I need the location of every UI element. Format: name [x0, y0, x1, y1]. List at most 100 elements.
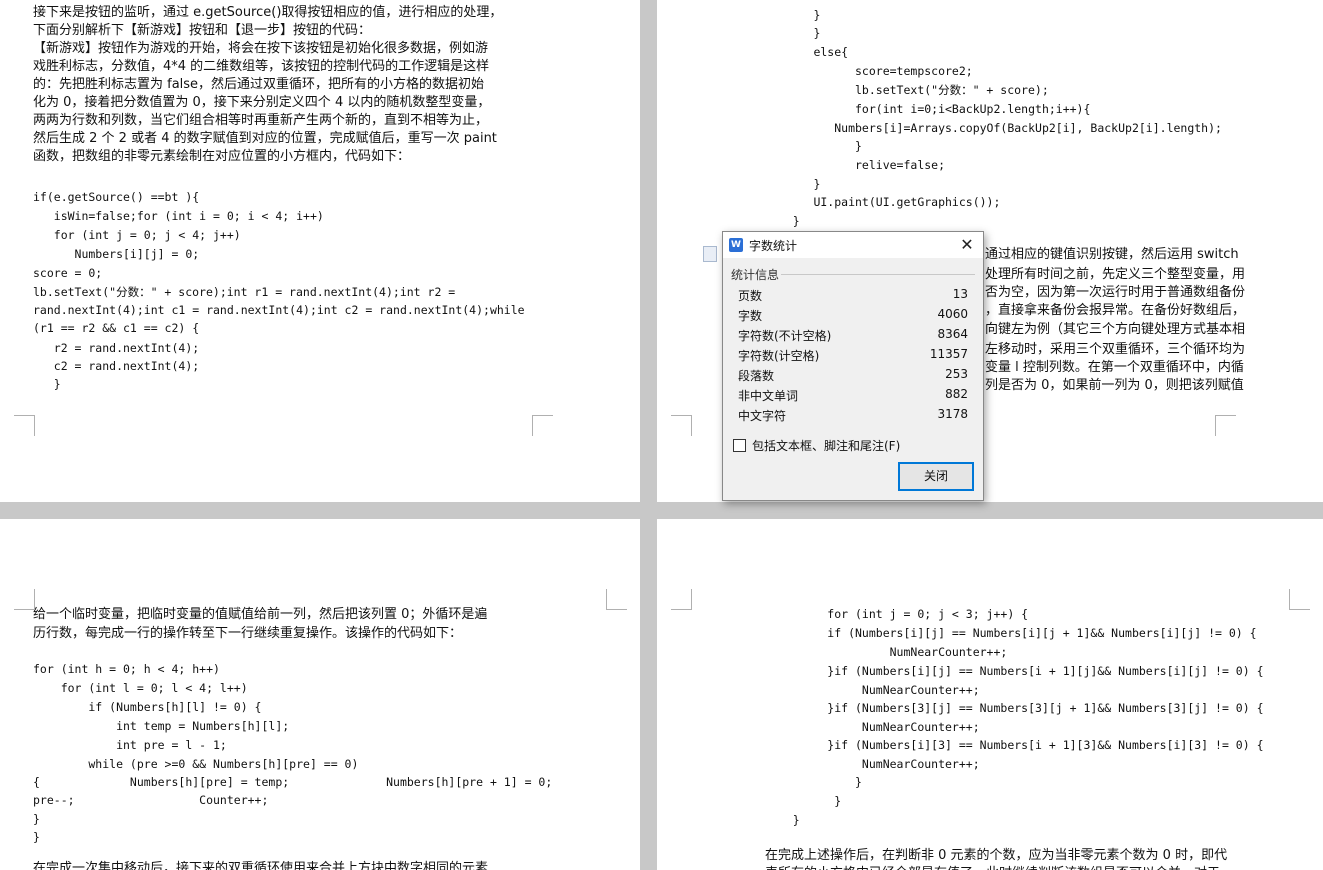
text-line: 左移动时，采用三个双重循环，三个循环均为 [985, 342, 1246, 357]
code-line: int pre = l - 1; [33, 738, 227, 752]
document-icon [703, 246, 717, 262]
text-line: 通过相应的键值识别按键，然后运用 switch [985, 247, 1239, 262]
text-line: 在完成一次集中移动后，接下来的双重循环使用来合并上方块中数字相同的元素 [33, 861, 489, 870]
text-line: 变量 l 控制列数。在第一个双重循环中，内循 [985, 360, 1244, 375]
stats-section-label: 统计信息 [731, 268, 780, 282]
code-line: }if (Numbers[i][j] == Numbers[i + 1][j]&… [765, 664, 1264, 678]
code-line: } [765, 177, 821, 191]
code-line: c2 = rand.nextInt(4); [33, 359, 200, 373]
close-button[interactable]: 关闭 [898, 462, 974, 491]
checkbox-box[interactable] [733, 439, 746, 452]
checkbox-label: 包括文本框、脚注和尾注(F) [752, 439, 901, 453]
page-margin-mark [1289, 589, 1310, 610]
stat-value: 882 [945, 387, 968, 401]
code-line: } [765, 794, 842, 808]
code-line: } [33, 812, 40, 826]
code-line: } [765, 26, 821, 40]
wps-writer-icon: W [729, 238, 743, 252]
stat-label: 页数 [738, 289, 763, 303]
stat-row: 页数 13 [738, 287, 968, 307]
code-line: score = 0; [33, 266, 103, 280]
stat-value: 3178 [937, 407, 968, 421]
dialog-titlebar[interactable]: W 字数统计 ✕ [723, 232, 983, 258]
section-divider [781, 274, 975, 275]
text-line: 向键左为例（其它三个方向键处理方式基本相 [985, 322, 1246, 337]
stat-value: 8364 [937, 327, 968, 341]
text-line: 历行数，每完成一行的操作转至下一行继续重复操作。该操作的代码如下： [33, 626, 463, 641]
code-line: NumNearCounter++; [765, 757, 980, 771]
code-line: isWin=false;for (int i = 0; i < 4; i++) [33, 209, 324, 223]
code-line: } [765, 139, 862, 153]
stat-label: 字符数(不计空格) [738, 329, 832, 343]
document-page-3: 给一个临时变量，把临时变量的值赋值给前一列，然后把该列置 0；外循环是遍 历行数，… [0, 519, 640, 870]
code-line: score=tempscore2; [765, 64, 973, 78]
code-line: (r1 == r2 && c1 == c2) { [33, 321, 200, 335]
stat-row: 非中文单词 882 [738, 387, 968, 407]
stat-row: 字数 4060 [738, 307, 968, 327]
text-line: 给一个临时变量，把临时变量的值赋值给前一列，然后把该列置 0；外循环是遍 [33, 607, 488, 622]
code-line: if (Numbers[h][l] != 0) { [33, 700, 262, 714]
page-margin-mark [532, 415, 553, 436]
text-line: 在完成上述操作后，在判断非 0 元素的个数，应为当非零元素个数为 0 时，即代 [765, 848, 1228, 863]
code-line: else{ [765, 45, 849, 59]
page-margin-mark [671, 589, 692, 610]
text-line: 处理所有时间之前，先定义三个整型变量，用 [985, 267, 1246, 282]
page-margin-mark [14, 415, 35, 436]
stat-row: 字符数(计空格) 11357 [738, 347, 968, 367]
stat-label: 段落数 [738, 369, 775, 383]
stat-label: 字数 [738, 309, 763, 323]
page-margin-mark [1215, 415, 1236, 436]
code-line: for (int j = 0; j < 4; j++) [33, 228, 241, 242]
code-line: UI.paint(UI.getGraphics()); [765, 195, 1001, 209]
code-line: for (int j = 0; j < 3; j++) { [765, 607, 1029, 621]
stat-row: 中文字符 3178 [738, 407, 968, 427]
text-line: 化为 0，接着把分数值置为 0，接下来分别定义四个 4 以内的随机数整型变量， [33, 95, 491, 110]
stat-label: 非中文单词 [738, 389, 799, 403]
text-line: 表所有的小方格内已经全部是有值了，此时继续判断该数组是否可以合并，对于 [765, 865, 1220, 870]
word-count-dialog: W 字数统计 ✕ 统计信息 页数 13 字数 4060 字符数(不计空格) 8364 字符数… [722, 231, 984, 501]
dialog-title: 字数统计 [749, 238, 798, 253]
stat-value: 253 [945, 367, 968, 381]
code-line: int temp = Numbers[h][l]; [33, 719, 290, 733]
code-line: } [33, 377, 61, 391]
document-page-4: for (int j = 0; j < 3; j++) { if (Number… [657, 519, 1323, 870]
text-line: ，直接拿来备份会报异常。在备份好数组后， [985, 303, 1246, 318]
text-line: 【新游戏】按钮作为游戏的开始，将会在按下该按钮是初始化很多数据，例如游 [33, 41, 489, 56]
text-line: 否为空，因为第一次运行时用于普通数组备份 [985, 285, 1246, 300]
code-line: }if (Numbers[3][j] == Numbers[3][j + 1]&… [765, 701, 1264, 715]
code-line: pre--; Counter++; [33, 793, 269, 807]
code-line: NumNearCounter++; [765, 720, 980, 734]
stat-label: 中文字符 [738, 409, 787, 423]
code-line: r2 = rand.nextInt(4); [33, 341, 200, 355]
code-line: while (pre >=0 && Numbers[h][pre] == 0) [33, 757, 359, 771]
code-line: lb.setText("分数：" + score); [765, 83, 1049, 97]
text-line: 的：先把胜利标志置为 false，然后通过双重循环，把所有的小方格的数据初始 [33, 77, 485, 92]
stat-value: 13 [952, 287, 968, 301]
page-margin-mark [606, 589, 627, 610]
code-line: for (int h = 0; h < 4; h++) [33, 662, 220, 676]
code-line: Numbers[i][j] = 0; [33, 247, 200, 261]
code-line: for(int i=0;i<BackUp2.length;i++){ [765, 102, 1091, 116]
code-line: NumNearCounter++; [765, 683, 980, 697]
code-line: { Numbers[h][pre] = temp; Numbers[h][pre… [33, 775, 553, 789]
stat-label: 字符数(计空格) [738, 349, 820, 363]
code-line: for (int l = 0; l < 4; l++) [33, 681, 248, 695]
include-textbox-checkbox[interactable]: 包括文本框、脚注和尾注(F) [733, 437, 900, 454]
text-line: 列是否为 0，如果前一列为 0，则把该列赋值 [985, 378, 1244, 393]
code-line: rand.nextInt(4);int c1 = rand.nextInt(4)… [33, 303, 525, 317]
code-line: } [33, 830, 40, 844]
text-line: 下面分别解析下【新游戏】按钮和【退一步】按钮的代码： [33, 23, 372, 38]
text-line: 接下来是按钮的监听，通过 e.getSource()取得按钮相应的值，进行相应的… [33, 5, 503, 20]
code-line: Numbers[i]=Arrays.copyOf(BackUp2[i], Bac… [765, 121, 1222, 135]
code-line: relive=false; [765, 158, 946, 172]
document-page-1: 接下来是按钮的监听，通过 e.getSource()取得按钮相应的值，进行相应的… [0, 0, 640, 502]
code-line: NumNearCounter++; [765, 645, 1008, 659]
code-line: lb.setText("分数：" + score);int r1 = rand.… [33, 285, 456, 299]
close-icon[interactable]: ✕ [957, 235, 977, 255]
code-line: } [765, 775, 862, 789]
code-line: if(e.getSource() ==bt ){ [33, 190, 200, 204]
text-line: 戏胜利标志，分数值，4*4 的二维数组等，该按钮的控制代码的工作逻辑是这样 [33, 59, 490, 74]
code-line: }if (Numbers[i][3] == Numbers[i + 1][3]&… [765, 738, 1264, 752]
code-line: if (Numbers[i][j] == Numbers[i][j + 1]&&… [765, 626, 1257, 640]
text-line: 两两为行数和列数，当它们组合相等时再重新产生两个新的，直到不相等为止， [33, 113, 489, 128]
